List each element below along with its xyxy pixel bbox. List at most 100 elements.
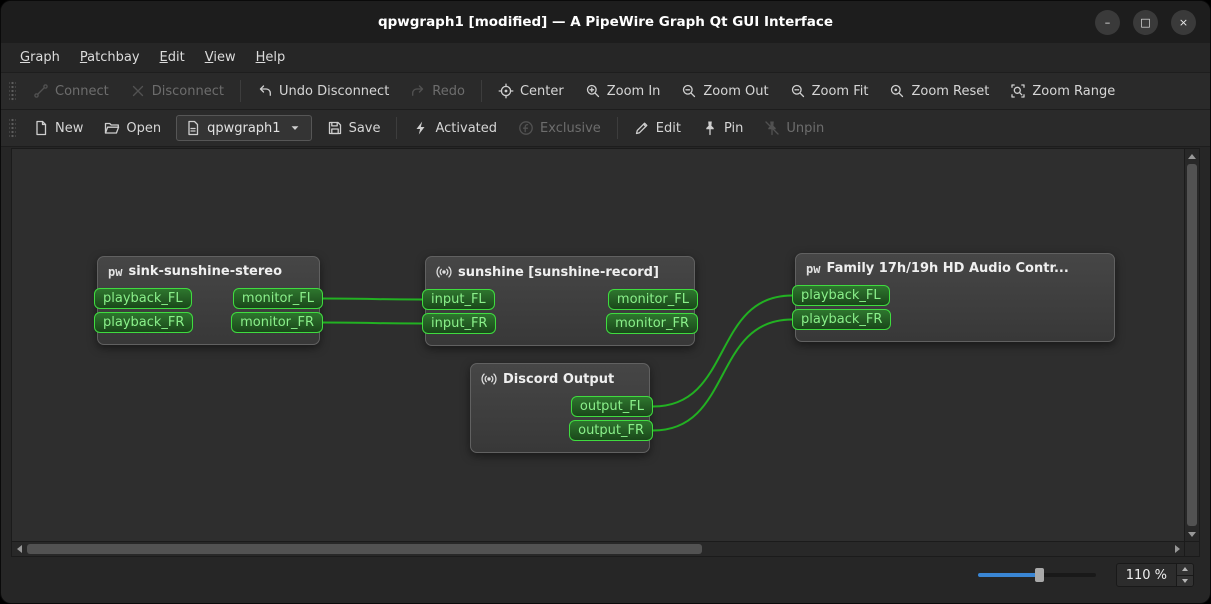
toolbar-button-label: Activated [435,120,498,136]
toolbar-separator [396,117,398,139]
menu-item-graph[interactable]: Graph [11,46,69,69]
menubar: Graph Patchbay Edit View Help [1,43,1210,73]
port-row: playback_FR monitor_FR [94,312,323,333]
node-header: pw Family 17h/19h HD Audio Contr... [796,254,1114,279]
toolbar-button-label: Disconnect [151,83,224,99]
zoom-range-button[interactable]: Zoom Range [1001,78,1124,104]
monitor-icon [436,264,452,280]
vertical-scrollbar-thumb[interactable] [1187,164,1197,526]
port-monitor-fl[interactable]: monitor_FL [607,289,698,310]
port-input-fr[interactable]: input_FR [422,313,497,334]
port-output-fr[interactable]: output_FR [569,420,653,441]
qpwgraph1-combo[interactable]: qpwgraph1 [176,115,312,141]
pin-icon [702,120,718,136]
toolbar-button-label: New [55,120,84,136]
zoom-spin-up-button[interactable] [1177,564,1193,575]
pin-button[interactable]: Pin [693,115,752,141]
vertical-scrollbar[interactable] [1184,149,1199,541]
center-button[interactable]: Center [489,78,573,104]
close-button[interactable]: × [1171,9,1196,35]
vertical-scrollbar-track[interactable] [1185,163,1199,527]
port-input-fl[interactable]: input_FL [422,289,495,310]
window-controls: – □ × [1095,1,1196,43]
menu-item-label: Graph [20,50,60,65]
node-discord[interactable]: Discord Output output_FL output_FR [470,363,653,453]
node-sunshine[interactable]: sunshine [sunshine-record] input_FL monito… [422,256,698,346]
port-row: playback_FL [792,285,1114,306]
toolbar-button-label: Zoom Range [1032,83,1116,99]
zoom-fit-button[interactable]: Zoom Fit [781,78,878,104]
node-title: Family 17h/19h HD Audio Contr... [826,261,1069,276]
zoom-slider[interactable] [977,566,1096,584]
horizontal-scrollbar-track[interactable] [26,542,1170,556]
port-monitor-fr[interactable]: monitor_FR [606,313,698,334]
node-sink[interactable]: pw sink-sunshine-stereo playback_FL monitor… [94,256,323,345]
undo-disconnect-button[interactable]: Undo Disconnect [248,78,398,104]
zoom-out-icon [681,83,697,99]
scroll-down-button[interactable] [1185,527,1199,541]
port-output-fl[interactable]: output_FL [570,396,653,417]
toolbar-button-label: Zoom In [606,83,661,99]
port-playback-fr[interactable]: playback_FR [94,312,194,333]
port-monitor-fl[interactable]: monitor_FL [232,288,323,309]
zoom-slider-handle[interactable] [1035,568,1045,582]
port-monitor-fr[interactable]: monitor_FR [231,312,323,333]
connection[interactable] [322,321,423,325]
zoom-in-button[interactable]: Zoom In [576,78,670,104]
zoom-spinbox[interactable]: 110 % [1115,563,1194,587]
menu-item-help[interactable]: Help [247,46,295,69]
toolbar-handle[interactable] [9,80,16,102]
activated-button[interactable]: Activated [404,115,506,141]
graph-toolbar: Connect Disconnect Undo Disconnect Redo Cent… [24,78,1124,104]
horizontal-scrollbar-thumb[interactable] [27,544,702,554]
zoom-reset-icon [889,83,905,99]
zoom-value[interactable]: 110 % [1117,564,1176,586]
port-row: input_FR monitor_FR [422,313,698,334]
horizontal-scrollbar[interactable] [12,541,1184,556]
zoom-reset-button[interactable]: Zoom Reset [880,78,998,104]
minimize-button[interactable]: – [1095,9,1120,35]
graph-frame: pw sink-sunshine-stereo playback_FL monitor… [11,148,1200,557]
port-playback-fr[interactable]: playback_FR [792,309,892,330]
center-icon [498,83,514,99]
graph-canvas[interactable]: pw sink-sunshine-stereo playback_FL monitor… [12,149,1184,541]
port-playback-fl[interactable]: playback_FL [94,288,192,309]
scroll-right-button[interactable] [1170,542,1184,556]
zoom-spin-down-button[interactable] [1177,574,1193,586]
save-button[interactable]: Save [318,115,390,141]
node-title: sink-sunshine-stereo [128,264,283,279]
toolbar-button-label: Connect [55,83,109,99]
unpin-button[interactable]: Unpin [755,115,833,141]
titlebar[interactable]: qpwgraph1 [modified] — A PipeWire Graph … [1,1,1210,43]
menu-item-label: Edit [159,50,185,65]
menu-item-patchbay[interactable]: Patchbay [71,46,149,69]
scroll-left-button[interactable] [12,542,26,556]
scroll-up-button[interactable] [1185,149,1199,163]
redo-button[interactable]: Redo [401,78,474,104]
toolbar-button-label: Undo Disconnect [278,83,390,99]
edit-button[interactable]: Edit [625,115,690,141]
connection[interactable] [322,297,423,301]
toolbar-button-label: qpwgraph1 [207,120,281,136]
disconnect-button[interactable]: Disconnect [121,78,233,104]
save-icon [327,120,343,136]
toolbar-button-label: Open [126,120,162,136]
menu-item-edit[interactable]: Edit [151,46,194,69]
disconnect-icon [130,83,146,99]
maximize-button[interactable]: □ [1133,9,1158,35]
zoom-out-button[interactable]: Zoom Out [672,78,777,104]
node-family[interactable]: pw Family 17h/19h HD Audio Contr... playba… [792,253,1115,342]
menu-item-view[interactable]: View [196,46,245,69]
new-button[interactable]: New [24,115,92,141]
new-icon [33,120,49,136]
toolbar-separator [239,80,241,102]
node-title: Discord Output [503,371,615,387]
menu-item-label: Help [255,50,286,65]
port-playback-fl[interactable]: playback_FL [792,285,890,306]
exclusive-button[interactable]: Exclusive [509,115,610,141]
open-button[interactable]: Open [95,115,170,141]
toolbar-handle[interactable] [9,117,16,139]
connect-button[interactable]: Connect [24,78,118,104]
toolbar-button-label: Unpin [786,120,825,136]
node-ports: playback_FL monitor_FL playback_FR monitor_… [94,282,323,344]
